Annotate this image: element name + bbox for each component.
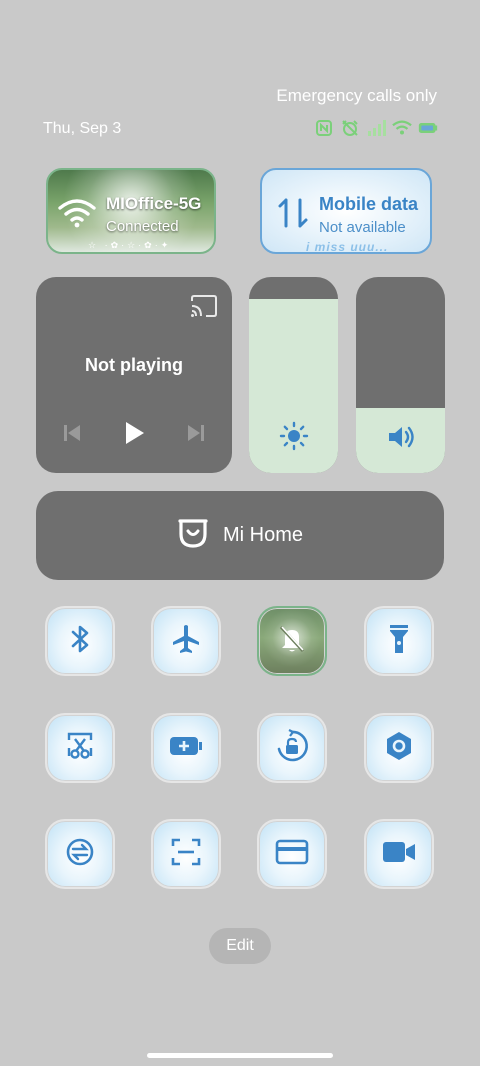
battery-icon	[418, 118, 438, 138]
carrier-status-text: Emergency calls only	[276, 86, 437, 105]
airplane-mode-toggle[interactable]	[151, 606, 221, 676]
scissors-icon	[65, 730, 95, 767]
scan-icon	[170, 836, 202, 873]
next-button[interactable]	[184, 421, 208, 450]
silent-mode-toggle[interactable]	[257, 606, 327, 676]
battery-plus-icon	[168, 734, 204, 763]
flashlight-toggle[interactable]	[364, 606, 434, 676]
media-player-tile[interactable]: Not playing	[36, 277, 232, 473]
previous-button[interactable]	[60, 421, 84, 450]
battery-saver-toggle[interactable]	[151, 713, 221, 783]
wifi-status-icon	[392, 118, 412, 138]
mi-home-label: Mi Home	[222, 524, 303, 546]
brightness-icon	[249, 421, 338, 451]
volume-icon	[356, 423, 445, 451]
rotation-lock-icon	[275, 728, 309, 768]
data-saver-toggle[interactable]	[45, 819, 115, 889]
media-title: Not playing	[85, 355, 183, 375]
airplane-icon	[170, 623, 202, 660]
settings-toggle[interactable]	[364, 713, 434, 783]
nfc-icon	[314, 118, 334, 138]
scanner-toggle[interactable]	[151, 819, 221, 889]
play-button[interactable]	[120, 419, 148, 452]
signal-icon	[366, 118, 386, 138]
bluetooth-toggle[interactable]	[45, 606, 115, 676]
wifi-icon	[58, 198, 96, 233]
wallet-toggle[interactable]	[257, 819, 327, 889]
wifi-decoration: ☆ ·✿·☆·✿·✦	[88, 240, 172, 250]
brightness-slider[interactable]	[249, 277, 338, 473]
bluetooth-icon	[66, 623, 94, 660]
wifi-network-name: MIOffice-5G	[106, 194, 202, 213]
screen-recorder-toggle[interactable]	[364, 819, 434, 889]
mobile-data-status: Not available	[319, 219, 406, 236]
status-icons	[314, 118, 438, 138]
home-indicator[interactable]	[147, 1053, 333, 1058]
flashlight-icon	[385, 622, 413, 661]
mobile-data-tile[interactable]: Mobile data Not available i miss uuu...	[260, 168, 432, 254]
auto-rotate-toggle[interactable]	[257, 713, 327, 783]
volume-slider[interactable]	[356, 277, 445, 473]
bell-off-icon	[276, 623, 308, 660]
mobile-data-label: Mobile data	[319, 194, 419, 214]
wifi-status: Connected	[106, 218, 179, 235]
video-camera-icon	[381, 839, 417, 870]
wifi-tile[interactable]: MIOffice-5G Connected ☆ ·✿·☆·✿·✦	[46, 168, 216, 254]
alarm-off-icon	[340, 118, 360, 138]
sync-arrows-icon	[64, 836, 96, 873]
mobile-data-decoration: i miss uuu...	[306, 240, 389, 254]
card-icon	[275, 838, 309, 871]
mi-home-icon	[177, 516, 209, 555]
cast-icon[interactable]	[190, 295, 218, 322]
date-label: Thu, Sep 3	[43, 120, 122, 137]
edit-button[interactable]: Edit	[209, 928, 271, 964]
hexagon-settings-icon	[383, 730, 415, 767]
mobile-data-icon	[276, 196, 310, 235]
mi-home-tile[interactable]: Mi Home	[36, 491, 444, 580]
screenshot-toggle[interactable]	[45, 713, 115, 783]
